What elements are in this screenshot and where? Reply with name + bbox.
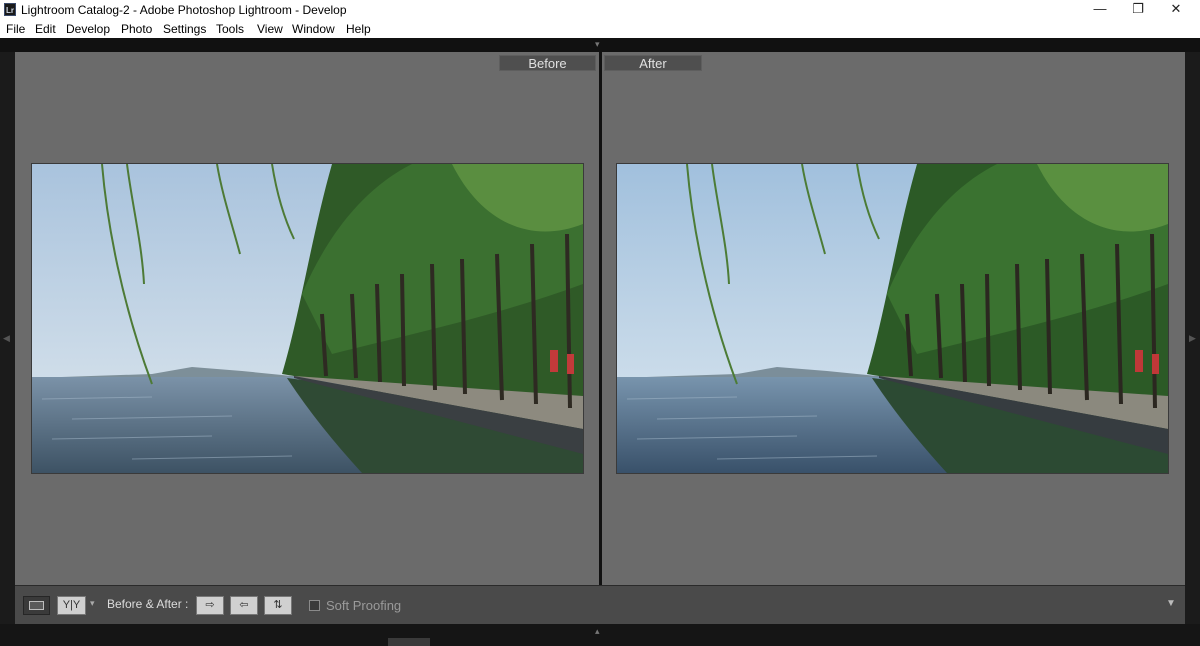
menu-photo[interactable]: Photo: [121, 22, 152, 36]
before-label: Before: [499, 55, 596, 71]
filmstrip-toggle-icon[interactable]: ▴: [595, 626, 600, 637]
after-photo[interactable]: [617, 164, 1168, 473]
toolbar-content-menu-icon[interactable]: ▼: [1163, 598, 1179, 612]
top-panel-toggle-icon[interactable]: ▾: [595, 39, 600, 50]
pane-divider: [599, 52, 602, 585]
develop-toolbar: Y|Y ▾ Before & After : ⇨ ⇦ ⇅ Soft Proofi…: [15, 585, 1185, 624]
soft-proofing-checkbox[interactable]: [309, 600, 320, 611]
menu-file[interactable]: File: [6, 22, 25, 36]
menu-tools[interactable]: Tools: [216, 22, 244, 36]
lakeside-trees-image: [32, 164, 583, 473]
title-bar: Lr Lightroom Catalog-2 - Adobe Photoshop…: [0, 0, 1200, 20]
filmstrip-strip: ▴: [0, 624, 1200, 646]
menu-settings[interactable]: Settings: [163, 22, 206, 36]
after-label: After: [604, 55, 702, 71]
loupe-view-button[interactable]: [23, 596, 50, 615]
menu-bar: File Edit Develop Photo Settings Tools V…: [0, 20, 1200, 38]
soft-proofing-label[interactable]: Soft Proofing: [326, 598, 401, 613]
top-panel-strip: ▾: [0, 38, 1200, 52]
swap-before-after-button[interactable]: ⇅: [264, 596, 292, 615]
before-after-label: Before & After :: [107, 597, 189, 611]
menu-view[interactable]: View: [257, 22, 283, 36]
menu-edit[interactable]: Edit: [35, 22, 56, 36]
view-mode-dropdown-icon[interactable]: ▾: [90, 598, 95, 609]
window-title: Lightroom Catalog-2 - Adobe Photoshop Li…: [21, 3, 347, 17]
left-panel-toggle-icon[interactable]: ◀: [3, 333, 10, 344]
copy-before-to-after-button[interactable]: ⇨: [196, 596, 224, 615]
menu-help[interactable]: Help: [346, 22, 371, 36]
close-button[interactable]: ✕: [1156, 0, 1196, 20]
menu-develop[interactable]: Develop: [66, 22, 110, 36]
lakeside-trees-image: [617, 164, 1168, 473]
loupe-view-icon: [29, 601, 44, 610]
copy-after-to-before-button[interactable]: ⇦: [230, 596, 258, 615]
before-photo[interactable]: [32, 164, 583, 473]
lightroom-app-icon: Lr: [4, 3, 16, 16]
minimize-button[interactable]: —: [1080, 0, 1120, 20]
restore-button[interactable]: ❐: [1118, 0, 1158, 20]
menu-window[interactable]: Window: [292, 22, 335, 36]
taskbar-item: [388, 638, 430, 646]
before-after-workspace: Before After: [15, 52, 1185, 585]
before-after-view-button[interactable]: Y|Y: [57, 596, 86, 615]
right-panel-toggle-icon[interactable]: ▶: [1189, 333, 1196, 344]
